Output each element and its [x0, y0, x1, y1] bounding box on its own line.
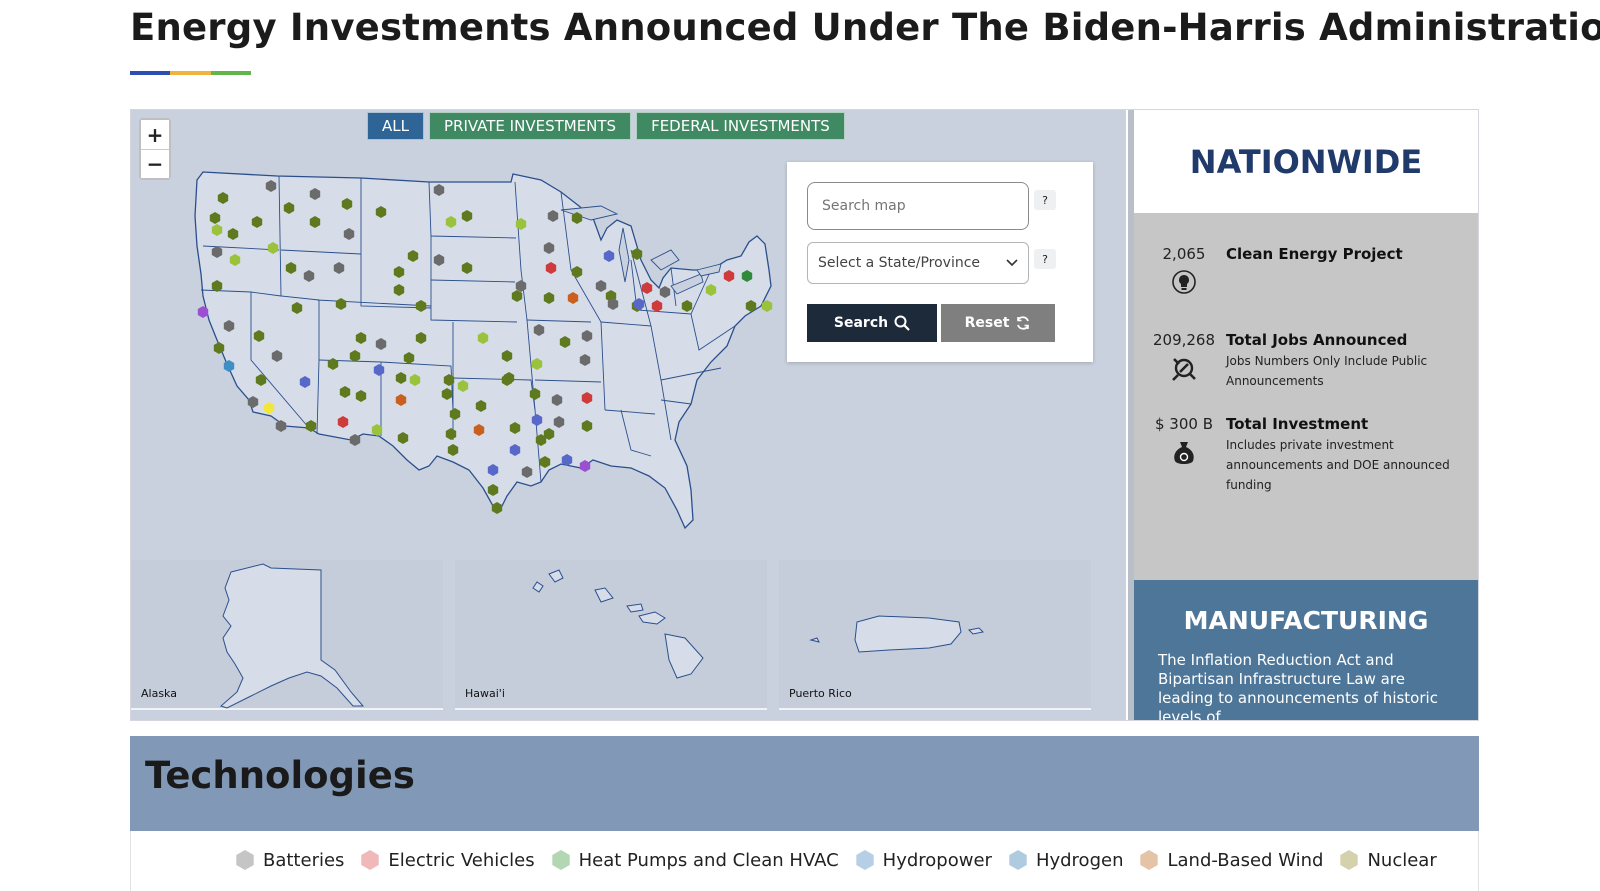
title-underline — [130, 71, 251, 75]
rule-segment-blue — [130, 71, 171, 75]
stat-projects: 2,065 Clean Energy Project — [1134, 245, 1478, 295]
inset-label-puerto-rico: Puerto Rico — [789, 687, 852, 700]
technologies-legend-area: Batteries Electric Vehicles Heat Pumps and… — [130, 831, 1479, 891]
stat-title: Total Investment — [1226, 415, 1369, 433]
search-button[interactable]: Search — [807, 304, 937, 342]
legend-label: Nuclear — [1367, 849, 1437, 871]
legend-item[interactable]: Nuclear — [1339, 849, 1437, 871]
stat-title: Total Jobs Announced — [1226, 331, 1408, 349]
stat-jobs: 209,268 Total Jobs Announced Jobs Number… — [1134, 331, 1478, 391]
hexagon-icon — [236, 850, 254, 870]
map-frame: + − ALL PRIVATE INVESTMENTS FEDERAL INVE… — [130, 109, 1479, 721]
tab-federal-investments[interactable]: FEDERAL INVESTMENTS — [636, 112, 845, 140]
state-select-value: Select a State/Province — [818, 255, 981, 271]
legend-label: Hydrogen — [1035, 849, 1124, 871]
stat-investment: $ 300 B Total Investment Includes privat… — [1134, 415, 1478, 495]
legend-item[interactable]: Heat Pumps and Clean HVAC — [551, 849, 839, 871]
legend-label: Hydropower — [882, 849, 992, 871]
inset-hawaii[interactable]: Hawai'i — [455, 560, 767, 710]
search-help-button[interactable]: ? — [1034, 190, 1056, 210]
lightbulb-icon — [1172, 270, 1196, 294]
rule-segment-orange — [170, 71, 211, 75]
zoom-control: + − — [139, 118, 171, 180]
technologies-header: Technologies — [130, 736, 1479, 831]
zoom-in-button[interactable]: + — [141, 120, 169, 149]
inset-puerto-rico[interactable]: Puerto Rico — [779, 560, 1091, 710]
hexagon-icon — [1009, 850, 1027, 870]
search-panel: ? Select a State/Province ? Search Reset — [787, 162, 1093, 362]
chevron-down-icon — [1006, 259, 1018, 267]
stat-title: Clean Energy Project — [1226, 245, 1403, 263]
technologies-legend: Batteries Electric Vehicles Heat Pumps and… — [235, 849, 1437, 871]
nationwide-panel: NATIONWIDE 2,065 Clean Energy Project 20… — [1128, 110, 1478, 720]
legend-label: Electric Vehicles — [388, 849, 535, 871]
stat-value: $ 300 B — [1154, 415, 1213, 433]
manufacturing-title: MANUFACTURING — [1183, 606, 1429, 635]
hexagon-icon — [361, 850, 380, 870]
tab-all[interactable]: ALL — [367, 112, 424, 140]
hexagon-icon — [551, 850, 570, 870]
zoom-out-button[interactable]: − — [141, 149, 169, 178]
technologies-title: Technologies — [145, 754, 415, 797]
us-outline — [194, 171, 772, 530]
legend-label: Heat Pumps and Clean HVAC — [578, 849, 839, 871]
money-bag-icon — [1174, 442, 1194, 464]
legend-label: Land-Based Wind — [1167, 849, 1324, 871]
manufacturing-card: MANUFACTURING The Inflation Reduction Ac… — [1134, 580, 1478, 720]
legend-label: Batteries — [263, 849, 345, 871]
rule-segment-green — [210, 71, 251, 75]
legend-item[interactable]: Land-Based Wind — [1139, 849, 1323, 871]
stat-value: 2,065 — [1162, 245, 1206, 263]
stat-note: Includes private investment announcement… — [1226, 438, 1450, 492]
search-button-label: Search — [833, 315, 889, 331]
investment-filter-tabs: ALL PRIVATE INVESTMENTS FEDERAL INVESTME… — [367, 112, 845, 140]
hexagon-icon — [1140, 850, 1159, 870]
legend-item[interactable]: Hydropower — [855, 849, 992, 871]
manufacturing-text: The Inflation Reduction Act and Bipartis… — [1158, 651, 1438, 720]
inset-alaska[interactable]: Alaska — [131, 560, 443, 710]
state-select[interactable]: Select a State/Province — [807, 242, 1029, 284]
tab-private-investments[interactable]: PRIVATE INVESTMENTS — [428, 112, 632, 140]
inset-label-alaska: Alaska — [141, 687, 177, 700]
alaska-shape — [220, 563, 365, 709]
legend-item[interactable]: Hydrogen — [1008, 849, 1124, 871]
hexagon-icon — [855, 850, 874, 870]
tools-icon — [1172, 358, 1196, 381]
stat-note: Jobs Numbers Only Include Public Announc… — [1226, 354, 1428, 388]
inset-label-hawaii: Hawai'i — [465, 687, 505, 700]
page-title: Energy Investments Announced Under The B… — [130, 6, 1600, 49]
legend-item[interactable]: Batteries — [235, 849, 344, 871]
refresh-icon — [1017, 316, 1030, 330]
stat-value: 209,268 — [1152, 331, 1216, 349]
map-canvas[interactable]: + − ALL PRIVATE INVESTMENTS FEDERAL INVE… — [131, 110, 1126, 720]
search-input[interactable] — [807, 182, 1029, 230]
nationwide-heading: NATIONWIDE — [1134, 110, 1478, 213]
reset-button-label: Reset — [964, 315, 1010, 331]
hexagon-icon — [1340, 850, 1359, 870]
search-icon — [894, 315, 910, 331]
reset-button[interactable]: Reset — [941, 304, 1055, 342]
stats-block: 2,065 Clean Energy Project 209,268 Total… — [1134, 213, 1478, 580]
state-help-button[interactable]: ? — [1034, 249, 1056, 269]
legend-item[interactable]: Electric Vehicles — [360, 849, 535, 871]
